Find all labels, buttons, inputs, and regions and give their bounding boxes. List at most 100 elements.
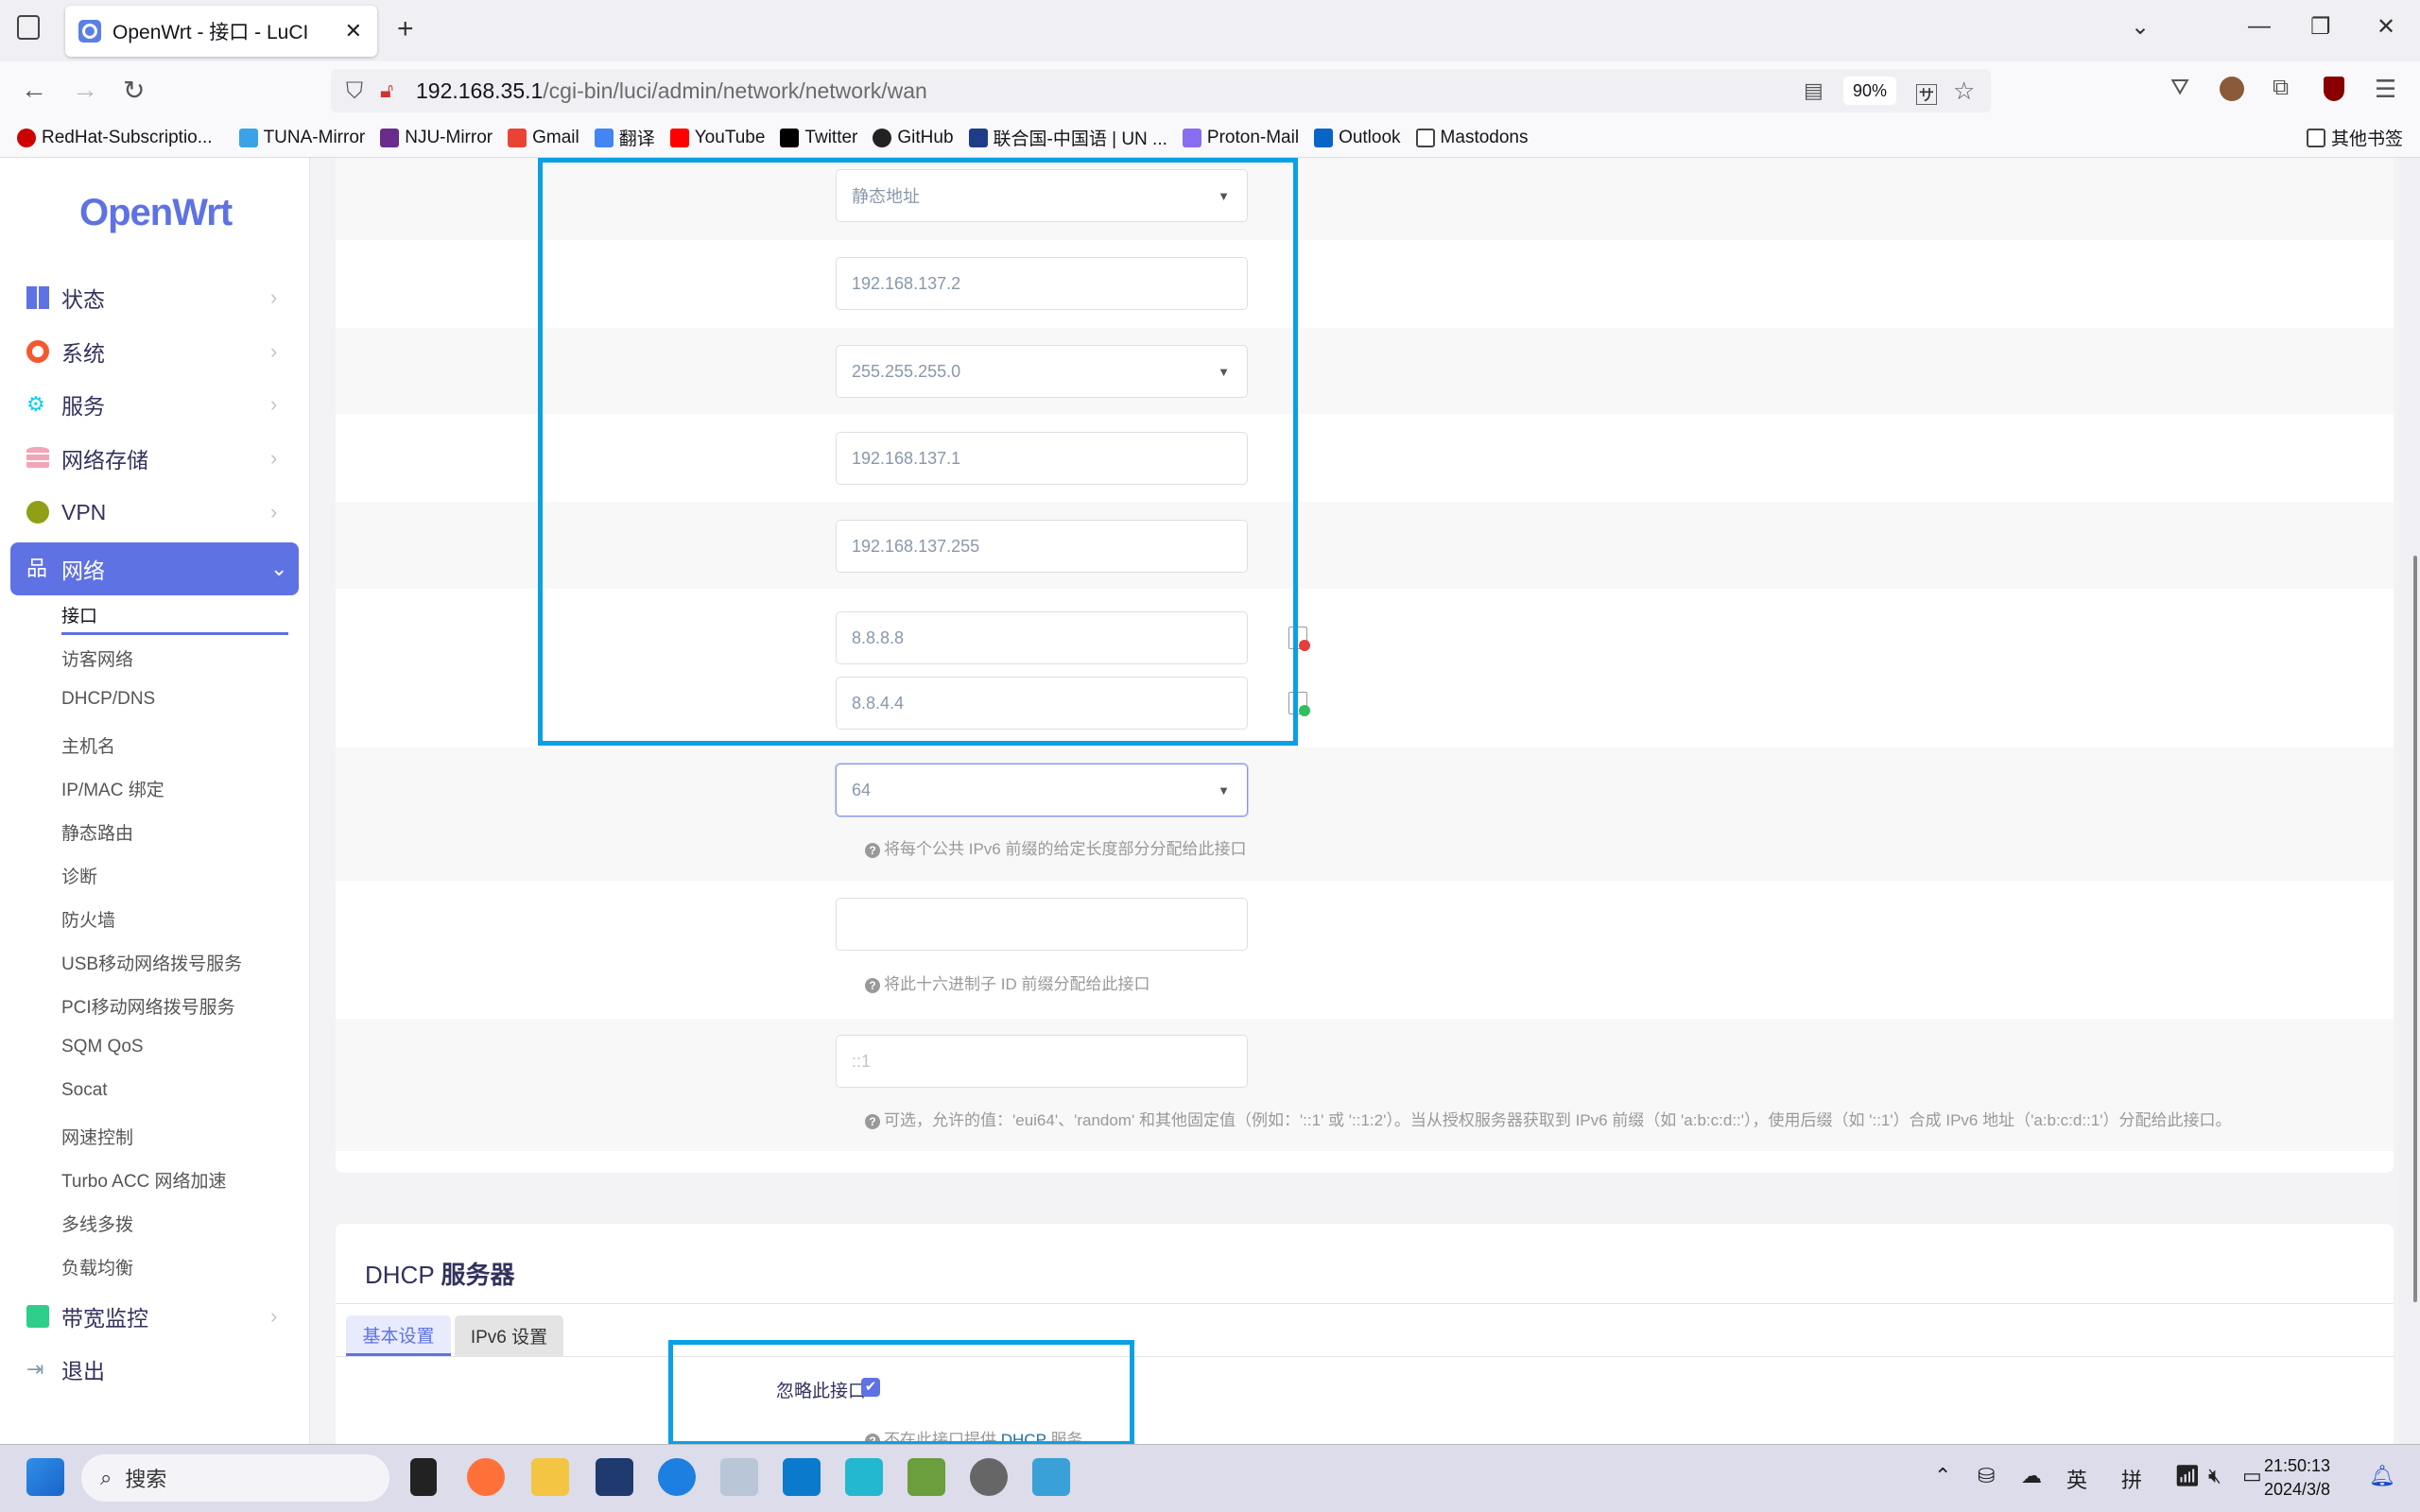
wifi-icon[interactable]: 📶︎ <box>2174 1464 2201 1488</box>
menu-icon[interactable]: ☰ <box>2375 75 2396 104</box>
sidebar-item-system[interactable]: 系统 › <box>0 329 310 374</box>
bookmark-star-icon[interactable]: ☆ <box>1953 77 1975 106</box>
ignore-interface-checkbox[interactable]: ✔ <box>861 1378 880 1397</box>
show-hidden-icons-chevron[interactable]: ⌃ <box>1934 1464 1951 1488</box>
forward-icon[interactable]: → <box>72 75 98 105</box>
remove-dns-icon[interactable] <box>1288 627 1310 651</box>
new-tab-button[interactable]: + <box>397 13 414 45</box>
submenu-item[interactable]: Socat <box>61 1080 108 1101</box>
submenu-item[interactable]: PCI移动网络拨号服务 <box>61 993 235 1019</box>
bolt-app-icon[interactable] <box>658 1458 696 1496</box>
submenu-item[interactable]: Turbo ACC 网络加速 <box>61 1167 227 1193</box>
bookmark-item[interactable]: Twitter <box>780 128 857 148</box>
firefox-icon[interactable] <box>467 1458 505 1496</box>
submenu-item[interactable]: 诊断 <box>61 863 97 888</box>
openwrt-logo[interactable]: OpenWrt <box>79 192 233 234</box>
bookmark-folder[interactable]: Mastodons <box>1415 128 1529 148</box>
taskbar-search[interactable]: ⌕ 搜索 <box>81 1454 389 1502</box>
sidebar-item-nas[interactable]: 网络存储 › <box>0 436 310 481</box>
vscode-icon[interactable] <box>783 1458 821 1496</box>
bookmark-item[interactable]: YouTube <box>669 128 765 148</box>
bookmark-item[interactable]: TUNA-Mirror <box>238 128 365 148</box>
ipv6-assign-length-select[interactable]: 64 ▼ <box>836 764 1248 816</box>
volume-muted-icon[interactable]: 🔇︎ <box>2208 1464 2221 1488</box>
ime-mode[interactable]: 拼 <box>2121 1464 2142 1494</box>
file-explorer-icon[interactable] <box>531 1458 569 1496</box>
bookmark-item[interactable]: NJU-Mirror <box>380 128 493 148</box>
submenu-item[interactable]: USB移动网络拨号服务 <box>61 950 242 975</box>
account-avatar[interactable] <box>2220 77 2244 101</box>
ipv4-broadcast-input[interactable]: 192.168.137.255 <box>836 520 1248 573</box>
settings-icon[interactable] <box>970 1458 1008 1496</box>
bookmark-item[interactable]: 翻译 <box>594 125 655 150</box>
zoom-level-badge[interactable]: 90% <box>1843 77 1896 105</box>
onedrive-cloud-icon[interactable]: ☁ <box>2021 1464 2042 1488</box>
toggles-icon[interactable]: ⛁ <box>1978 1464 1995 1488</box>
reader-mode-icon[interactable]: ▤ <box>1804 78 1824 103</box>
remote-desktop-icon[interactable] <box>908 1458 945 1496</box>
bookmark-item[interactable]: Outlook <box>1314 128 1401 148</box>
add-dns-icon[interactable] <box>1288 692 1310 716</box>
ms-store-icon[interactable] <box>596 1458 633 1496</box>
translate-icon[interactable]: 🈂︎ <box>1915 77 1938 110</box>
submenu-item[interactable]: 负载均衡 <box>61 1254 133 1280</box>
ipv4-gateway-input[interactable]: 192.168.137.1 <box>836 432 1248 485</box>
protocol-select[interactable]: 静态地址 ▼ <box>836 169 1248 222</box>
tab-list-icon[interactable] <box>17 15 40 40</box>
browser-tab[interactable]: OpenWrt - 接口 - LuCI ✕ <box>65 6 377 57</box>
system-clock[interactable]: 21:50:13 2024/3/8 <box>2264 1454 2330 1502</box>
submenu-item[interactable]: SQM QoS <box>61 1037 144 1057</box>
submenu-item[interactable]: IP/MAC 绑定 <box>61 776 164 801</box>
ipv6-suffix-input[interactable]: ::1 <box>836 1035 1248 1088</box>
dhcp-abbr-link[interactable]: DHCP <box>1000 1431 1046 1444</box>
submenu-item[interactable]: 多线多拨 <box>61 1211 133 1236</box>
tab-overflow-chevron-icon[interactable]: ⌄ <box>2131 13 2150 41</box>
sidebar-item-network[interactable]: 品 网络 ⌄ <box>10 542 299 595</box>
bookmark-item[interactable]: Gmail <box>508 128 579 148</box>
sidebar-item-vpn[interactable]: VPN › <box>0 490 310 535</box>
sidebar-item-bandwidth-monitor[interactable]: 带宽监控 › <box>0 1294 310 1339</box>
submenu-item[interactable]: 静态路由 <box>61 819 133 845</box>
page-scrollbar[interactable] <box>2413 556 2417 1302</box>
bookmark-item[interactable]: GitHub <box>873 128 954 148</box>
submenu-item[interactable]: 访客网络 <box>61 645 133 671</box>
ipv4-netmask-select[interactable]: 255.255.255.0 ▼ <box>836 345 1248 398</box>
ime-language[interactable]: 英 <box>2066 1464 2087 1494</box>
dns-server-input[interactable]: 8.8.8.8 <box>836 611 1248 664</box>
sidebar-item-status[interactable]: 状态 › <box>0 275 310 320</box>
tab-ipv6-settings[interactable]: IPv6 设置 <box>455 1315 563 1356</box>
reload-icon[interactable]: ↻ <box>123 75 145 106</box>
close-tab-icon[interactable]: ✕ <box>345 19 362 43</box>
start-button[interactable] <box>26 1458 64 1496</box>
submenu-item[interactable]: 主机名 <box>61 732 115 758</box>
notification-bell-icon[interactable]: 🔔︎ <box>2369 1464 2395 1488</box>
close-window-button[interactable]: ✕ <box>2377 13 2395 41</box>
pocket-icon[interactable]: ⛛ <box>2170 75 2189 101</box>
ipv4-address-input[interactable]: 192.168.137.2 <box>836 257 1248 310</box>
insecure-lock-icon[interactable]: 🔓︎ <box>380 78 393 103</box>
submenu-item[interactable]: 网速控制 <box>61 1124 133 1149</box>
bookmark-item[interactable]: Proton-Mail <box>1182 128 1299 148</box>
battery-charging-icon[interactable]: ▭ <box>2242 1464 2262 1488</box>
tab-basic-settings[interactable]: 基本设置 <box>346 1315 451 1356</box>
submenu-item[interactable]: 防火墙 <box>61 906 115 932</box>
minimize-button[interactable]: — <box>2248 13 2271 40</box>
back-icon[interactable]: ← <box>21 75 47 105</box>
other-bookmarks-folder[interactable]: 其他书签 <box>2306 125 2403 150</box>
submenu-item[interactable]: DHCP/DNS <box>61 689 155 710</box>
task-view-icon[interactable] <box>410 1458 437 1496</box>
sidebar-item-services[interactable]: ⚙ 服务 › <box>0 382 310 427</box>
address-bar[interactable]: ⛉ 🔓︎ 192.168.35.1/cgi-bin/luci/admin/net… <box>331 69 1991 112</box>
bookmark-item[interactable]: 联合国-中国语 | UN ... <box>968 125 1167 150</box>
submenu-item-interfaces[interactable]: 接口 <box>61 602 97 627</box>
shield-icon[interactable]: ⛉ <box>346 78 363 105</box>
resource-monitor-icon[interactable] <box>720 1458 758 1496</box>
dns-server-input[interactable]: 8.8.4.4 <box>836 677 1248 730</box>
ipv6-assign-hint-input[interactable] <box>836 898 1248 951</box>
restore-button[interactable]: ❐ <box>2310 13 2331 41</box>
bookmark-item[interactable]: RedHat-Subscriptio... <box>17 128 213 148</box>
url-text[interactable]: 192.168.35.1/cgi-bin/luci/admin/network/… <box>416 78 927 104</box>
server-app-icon[interactable] <box>845 1458 883 1496</box>
sidebar-item-logout[interactable]: ⇥ 退出 <box>0 1347 310 1392</box>
dashboard-app-icon[interactable] <box>1032 1458 1070 1496</box>
